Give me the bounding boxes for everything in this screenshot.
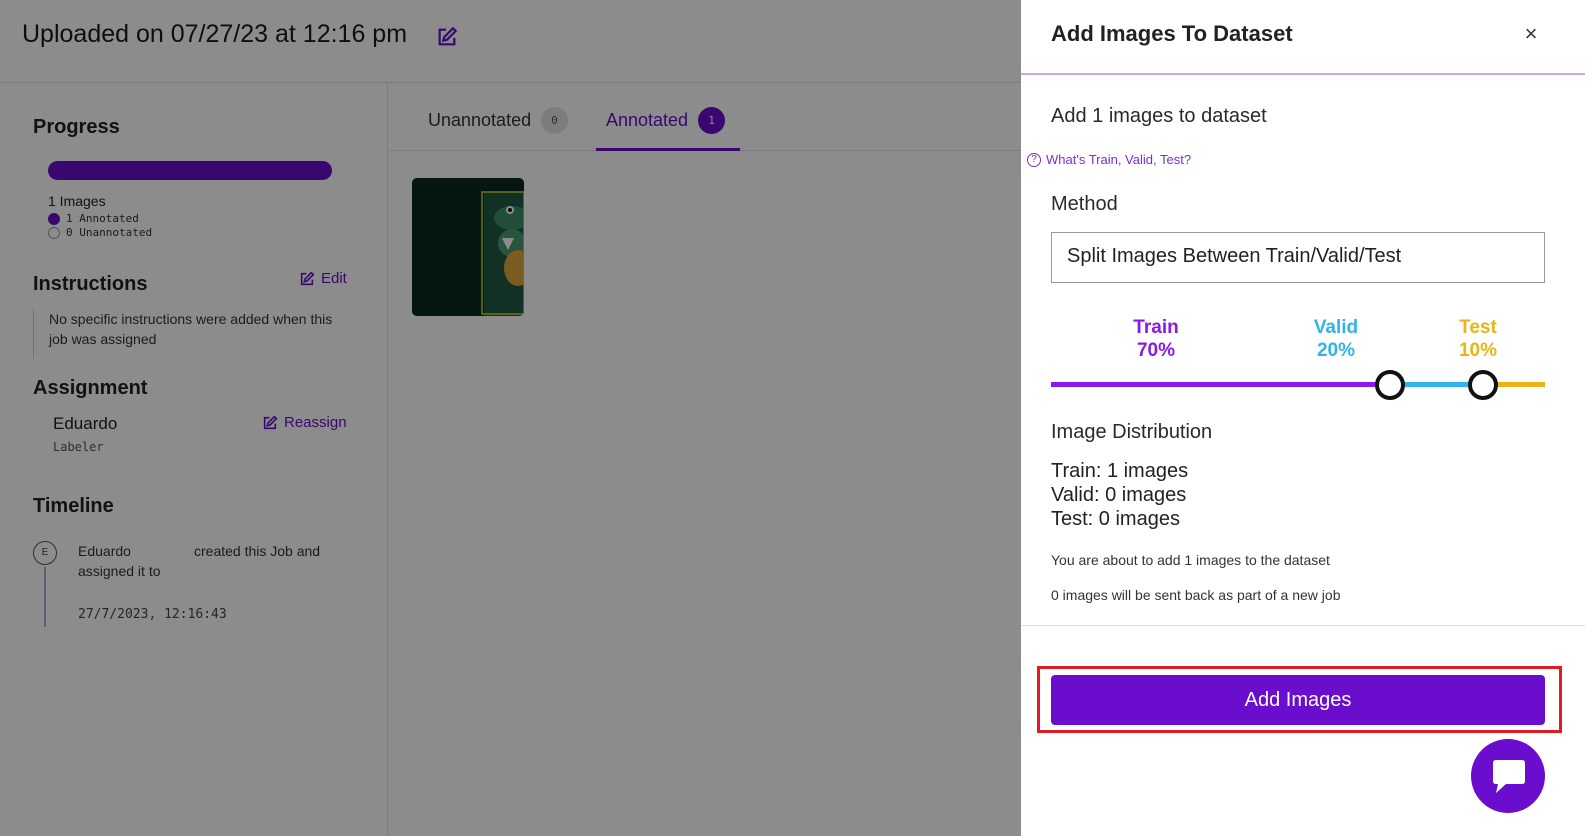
add-images-drawer: Add Images To Dataset × Add 1 images to … bbox=[1021, 0, 1585, 836]
drawer-divider bbox=[1021, 625, 1585, 626]
valid-percent: 20% bbox=[1316, 340, 1356, 361]
drawer-header: Add Images To Dataset × bbox=[1021, 0, 1585, 75]
distribution-title: Image Distribution bbox=[1051, 421, 1213, 443]
note-sent-back: 0 images will be sent back as part of a … bbox=[1051, 587, 1341, 603]
chat-icon bbox=[1493, 760, 1525, 793]
train-percent: 70% bbox=[1136, 340, 1176, 361]
add-images-button[interactable]: Add Images bbox=[1051, 675, 1545, 725]
method-select[interactable]: Split Images Between Train/Valid/Test bbox=[1051, 232, 1545, 283]
chat-button[interactable] bbox=[1471, 739, 1545, 813]
help-link[interactable]: ? What's Train, Valid, Test? bbox=[1027, 152, 1191, 167]
split-train-label: Train 70% bbox=[1121, 316, 1191, 362]
close-icon[interactable]: × bbox=[1521, 23, 1541, 45]
test-percent: 10% bbox=[1458, 340, 1498, 361]
train-label: Train bbox=[1133, 317, 1179, 338]
valid-label: Valid bbox=[1313, 317, 1359, 338]
note-add: You are about to add 1 images to the dat… bbox=[1051, 552, 1330, 568]
modal-backdrop[interactable] bbox=[0, 0, 1021, 836]
add-count-text: Add 1 images to dataset bbox=[1051, 105, 1267, 127]
help-link-label: What's Train, Valid, Test? bbox=[1046, 152, 1192, 167]
dist-train: Train: 1 images bbox=[1051, 460, 1189, 482]
test-label: Test bbox=[1459, 317, 1497, 338]
question-icon: ? bbox=[1027, 152, 1041, 167]
drawer-title: Add Images To Dataset bbox=[1051, 21, 1293, 46]
split-valid-label: Valid 20% bbox=[1301, 316, 1371, 362]
split-test-label: Test 10% bbox=[1443, 316, 1513, 362]
train-track bbox=[1051, 382, 1391, 387]
train-valid-slider-handle[interactable] bbox=[1375, 370, 1405, 400]
valid-test-slider-handle[interactable] bbox=[1468, 370, 1498, 400]
dist-test: Test: 0 images bbox=[1051, 508, 1180, 530]
method-label: Method bbox=[1051, 193, 1118, 215]
dist-valid: Valid: 0 images bbox=[1051, 484, 1187, 506]
